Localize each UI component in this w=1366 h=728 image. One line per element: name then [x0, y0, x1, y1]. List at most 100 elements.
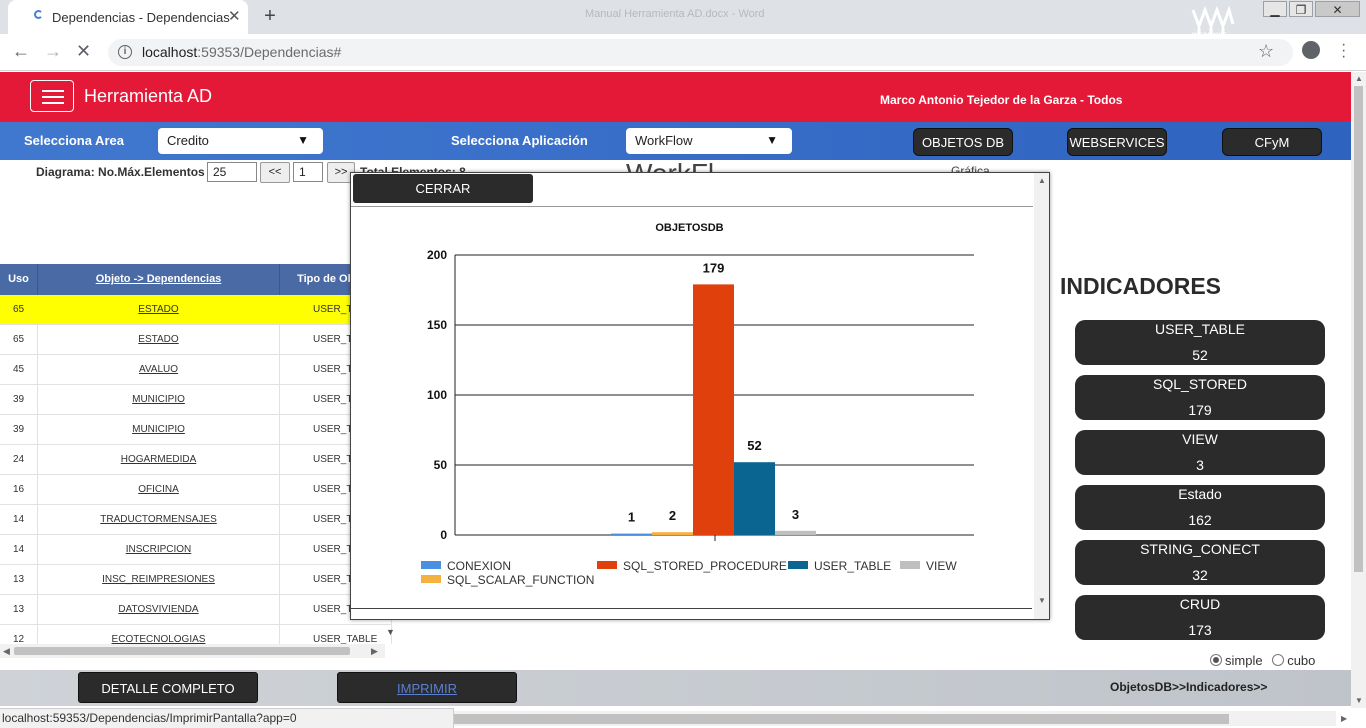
- indicator-card-sql-stored[interactable]: SQL_STORED 179: [1075, 375, 1325, 420]
- browser-menu-icon[interactable]: · · ·: [1341, 37, 1346, 65]
- cell-uso: 39: [0, 385, 38, 415]
- address-bar[interactable]: i localhost:59353/Dependencias# ☆: [108, 39, 1293, 66]
- cell-objeto-link[interactable]: INSCRIPCION: [38, 535, 280, 565]
- indicator-name: STRING_CONECT: [1140, 541, 1260, 557]
- header-uso[interactable]: Uso: [0, 264, 38, 295]
- y-tick-label: 200: [427, 248, 447, 262]
- radio-cubo[interactable]: [1272, 654, 1285, 666]
- indicator-card-user-table[interactable]: USER_TABLE 52: [1075, 320, 1325, 365]
- imprimir-button[interactable]: IMPRIMIR: [337, 672, 517, 703]
- grid-scroll-down-icon[interactable]: ▼: [386, 627, 395, 637]
- new-tab-icon[interactable]: +: [258, 5, 282, 29]
- table-row[interactable]: 13 INSC_REIMPRESIONES USER_TABLE: [0, 565, 392, 595]
- cell-objeto-link[interactable]: MUNICIPIO: [38, 415, 280, 445]
- cell-objeto-link[interactable]: ESTADO: [38, 325, 280, 355]
- imprimir-link[interactable]: IMPRIMIR: [397, 681, 457, 696]
- page-scroll-right-icon[interactable]: ▶: [1341, 714, 1347, 723]
- cell-uso: 13: [0, 565, 38, 595]
- forward-arrow-icon[interactable]: →: [44, 41, 62, 62]
- legend-item: CONEXION: [421, 559, 511, 573]
- bar-user_table: [734, 462, 775, 535]
- loading-spinner-icon: [34, 10, 43, 19]
- bar-conexion: [611, 533, 652, 535]
- cell-objeto-link[interactable]: ESTADO: [38, 295, 280, 325]
- back-arrow-icon[interactable]: ←: [12, 41, 30, 62]
- table-row[interactable]: 14 TRADUCTORMENSAJES USER_TABLE: [0, 505, 392, 535]
- grid-horizontal-scrollbar[interactable]: ◀ ▶: [0, 644, 385, 658]
- cell-objeto-link[interactable]: OFICINA: [38, 475, 280, 505]
- application-select[interactable]: WorkFlow ▼: [626, 128, 792, 154]
- header-objeto[interactable]: Objeto -> Dependencias: [38, 264, 280, 295]
- radio-simple[interactable]: [1210, 654, 1222, 666]
- table-row[interactable]: 14 INSCRIPCION USER_TABLE: [0, 535, 392, 565]
- table-row[interactable]: 16 OFICINA USER_TABLE: [0, 475, 392, 505]
- area-select[interactable]: Credito ▼: [158, 128, 323, 154]
- minimize-window-icon[interactable]: ▁: [1263, 1, 1287, 17]
- table-row[interactable]: 12 ECOTECNOLOGIAS USER_TABLE: [0, 625, 392, 644]
- page-hscroll-thumb[interactable]: [454, 714, 1229, 724]
- legend-label: SQL_SCALAR_FUNCTION: [447, 573, 595, 587]
- detalle-completo-button[interactable]: DETALLE COMPLETO: [78, 672, 258, 703]
- cell-objeto-link[interactable]: MUNICIPIO: [38, 385, 280, 415]
- grid-scroll-thumb[interactable]: [14, 647, 350, 655]
- modal-scroll-down-icon[interactable]: ▼: [1038, 596, 1046, 605]
- hamburger-menu-icon[interactable]: [30, 80, 74, 112]
- objetos-db-button[interactable]: OBJETOS DB: [913, 128, 1013, 156]
- cerrar-button[interactable]: CERRAR: [353, 174, 533, 203]
- page-scroll-down-icon[interactable]: ▼: [1355, 696, 1363, 705]
- cell-objeto-link[interactable]: DATOSVIVIENDA: [38, 595, 280, 625]
- dependencies-grid: Uso Objeto -> Dependencias Tipo de Objet…: [0, 264, 392, 644]
- site-info-icon[interactable]: i: [118, 45, 132, 59]
- cell-objeto-link[interactable]: HOGARMEDIDA: [38, 445, 280, 475]
- maximize-window-icon[interactable]: ❐: [1289, 1, 1313, 17]
- table-row[interactable]: 13 DATOSVIVIENDA USER_TABLE: [0, 595, 392, 625]
- cell-uso: 13: [0, 595, 38, 625]
- page-horizontal-scrollbar[interactable]: [454, 711, 1336, 726]
- page-number-input[interactable]: 1: [293, 162, 323, 182]
- stop-loading-icon[interactable]: ✕: [76, 41, 91, 62]
- account-avatar-icon[interactable]: [1302, 41, 1320, 59]
- page-scroll-up-icon[interactable]: ▲: [1355, 74, 1363, 83]
- indicator-value: 173: [1188, 622, 1212, 638]
- table-row[interactable]: 45 AVALUO USER_TABLE: [0, 355, 392, 385]
- objetosdb-bar-chart: OBJETOSDB 0 50 100 150 200 1 2 179 52 3: [427, 222, 974, 542]
- grid-header: Uso Objeto -> Dependencias Tipo de Objet…: [0, 264, 392, 295]
- table-row[interactable]: 65 ESTADO USER_TABLE: [0, 295, 392, 325]
- scroll-left-icon[interactable]: ◀: [3, 644, 10, 658]
- footer-breadcrumb[interactable]: ObjetosDB>>Indicadores>>: [1110, 680, 1267, 694]
- background-window-title: Manual Herramienta AD.docx - Word: [585, 8, 765, 20]
- cfym-button[interactable]: CFyM: [1222, 128, 1322, 156]
- page-vertical-scrollbar[interactable]: ▲ ▼: [1351, 72, 1366, 708]
- close-window-icon[interactable]: ✕: [1315, 1, 1360, 17]
- page-vscroll-thumb[interactable]: [1354, 86, 1363, 572]
- cell-uso: 24: [0, 445, 38, 475]
- bar-sql_scalar_function: [652, 532, 693, 535]
- webservices-button[interactable]: WEBSERVICES: [1067, 128, 1167, 156]
- legend-swatch: [421, 575, 441, 583]
- indicator-value: 52: [1192, 347, 1208, 363]
- cell-objeto-link[interactable]: TRADUCTORMENSAJES: [38, 505, 280, 535]
- max-elements-input[interactable]: 25: [207, 162, 257, 182]
- modal-header: CERRAR: [351, 173, 1033, 207]
- cell-objeto-link[interactable]: ECOTECNOLOGIAS: [38, 625, 280, 644]
- indicator-card-view[interactable]: VIEW 3: [1075, 430, 1325, 475]
- bookmark-star-icon[interactable]: ☆: [1258, 41, 1274, 62]
- table-row[interactable]: 39 MUNICIPIO USER_TABLE: [0, 385, 392, 415]
- indicator-card-estado[interactable]: Estado 162: [1075, 485, 1325, 530]
- prev-page-button[interactable]: <<: [260, 162, 290, 183]
- browser-tab-active[interactable]: Dependencias - Dependencias ✕: [8, 0, 248, 34]
- indicator-card-string-conect[interactable]: STRING_CONECT 32: [1075, 540, 1325, 585]
- indicator-value: 179: [1188, 402, 1212, 418]
- indicator-card-crud[interactable]: CRUD 173: [1075, 595, 1325, 640]
- modal-scroll-up-icon[interactable]: ▲: [1038, 176, 1046, 185]
- table-row[interactable]: 39 MUNICIPIO USER_TABLE: [0, 415, 392, 445]
- tab-close-icon[interactable]: ✕: [228, 7, 241, 25]
- modal-vertical-scrollbar[interactable]: ▲ ▼: [1034, 173, 1049, 619]
- table-row[interactable]: 65 ESTADO USER_TABLE: [0, 325, 392, 355]
- data-label: 1: [628, 510, 635, 525]
- cell-objeto-link[interactable]: INSC_REIMPRESIONES: [38, 565, 280, 595]
- scroll-right-icon[interactable]: ▶: [371, 644, 378, 658]
- cell-uso: 16: [0, 475, 38, 505]
- table-row[interactable]: 24 HOGARMEDIDA USER_TABLE: [0, 445, 392, 475]
- cell-objeto-link[interactable]: AVALUO: [38, 355, 280, 385]
